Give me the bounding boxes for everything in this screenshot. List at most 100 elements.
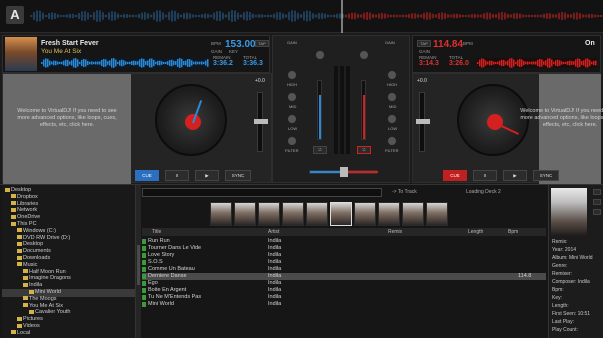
crossfader-handle[interactable] <box>340 167 348 177</box>
folder-icon <box>29 289 34 294</box>
cover-thumbnail[interactable] <box>354 202 376 226</box>
deck-left-jogwheel[interactable] <box>155 84 227 156</box>
volume-fader-right[interactable] <box>361 80 366 140</box>
folder-icon <box>17 262 22 267</box>
track-row[interactable]: Ego Indila <box>142 280 546 287</box>
side-button-3[interactable] <box>593 209 601 215</box>
volume-fader-left[interactable] <box>317 80 322 140</box>
search-input[interactable] <box>142 188 382 197</box>
waveform-bar <box>567 61 569 65</box>
side-button-2[interactable] <box>593 199 601 205</box>
headphone-left-button[interactable]: ⎋ <box>313 146 327 154</box>
waveform-bar <box>354 12 356 20</box>
waveform-bar <box>477 62 479 64</box>
deck-right-play-button[interactable]: ▶ <box>503 170 527 181</box>
cover-thumbnail[interactable] <box>282 202 304 226</box>
high-eq-left-knob[interactable] <box>287 70 297 80</box>
column-artist[interactable]: Artist <box>268 229 279 235</box>
waveform-bar <box>485 60 487 66</box>
mid-eq-right-knob[interactable] <box>387 92 397 102</box>
waveform-bar <box>600 14 602 18</box>
folder-scrollbar-thumb[interactable] <box>137 245 140 285</box>
waveform-bar <box>90 14 92 18</box>
waveform-bar <box>78 13 80 19</box>
cover-thumbnail[interactable] <box>258 202 280 226</box>
cover-thumbnail[interactable] <box>234 202 256 226</box>
high-eq-right-knob[interactable] <box>387 70 397 80</box>
track-row[interactable]: S.O.S Indila <box>142 259 546 266</box>
deck-right-pitch-slider[interactable] <box>416 92 430 152</box>
deck-right-info-panel[interactable]: Welcome to VirtualDJ! If you need to see… <box>520 74 603 184</box>
deck-left-pause-button[interactable]: II <box>165 170 189 181</box>
headphone-right-button[interactable]: ⎋ <box>357 146 371 154</box>
waveform-bar <box>103 58 105 68</box>
gain-left-knob[interactable] <box>315 50 325 60</box>
waveform-bar <box>531 14 533 18</box>
cover-thumbnail[interactable] <box>306 202 328 226</box>
track-row[interactable]: Derniere Danse Indila 114.8 <box>142 273 546 280</box>
folder-tree[interactable]: Desktop Dropbox Libraries Network OneDrive Th… <box>2 185 136 338</box>
tap-button[interactable]: TAP <box>255 40 269 47</box>
vu-meter-center-left <box>340 66 344 154</box>
low-eq-left-knob[interactable] <box>287 114 297 124</box>
track-row[interactable]: Tourner Dans Le Vide Indila <box>142 245 546 252</box>
cover-thumbnail[interactable] <box>378 202 400 226</box>
track-row[interactable]: Tu Ne M'Entends Pas Indila <box>142 294 546 301</box>
column-title[interactable]: Title <box>152 229 161 235</box>
overview-waveform[interactable] <box>30 0 603 33</box>
waveform-bar <box>264 14 266 18</box>
folder-scrollbar[interactable] <box>136 185 141 338</box>
info-line: Genre: <box>552 263 568 269</box>
folder-item[interactable]: Local <box>2 330 135 338</box>
deck-right-welcome-text[interactable]: Welcome to VirtualDJ! If you need to see… <box>515 108 603 129</box>
mid-eq-left-knob[interactable] <box>287 92 297 102</box>
column-remix[interactable]: Remix <box>388 229 402 235</box>
column-bpm[interactable]: Bpm <box>508 229 518 235</box>
deck-left-waveform[interactable] <box>41 58 209 68</box>
column-length[interactable]: Length <box>468 229 483 235</box>
info-line: Remixer: <box>552 271 573 277</box>
info-line: Remix: <box>552 239 568 245</box>
deck-left-info-panel[interactable]: Welcome to VirtualDJ! If you need to see… <box>3 74 131 184</box>
track-list[interactable]: Title Artist Remix Length Bpm Run Run Ind… <box>142 228 546 338</box>
low-eq-right-knob[interactable] <box>387 114 397 124</box>
track-row[interactable]: Boite En Argent Indila <box>142 287 546 294</box>
waveform-bar <box>139 59 141 67</box>
track-row[interactable]: Run Run Indila <box>142 238 546 245</box>
waveform-bar <box>330 14 332 18</box>
cover-thumbnail[interactable] <box>402 202 424 226</box>
deck-left-pitch-handle[interactable] <box>254 119 268 124</box>
waveform-bar <box>303 11 305 21</box>
waveform-bar <box>99 61 101 65</box>
cover-thumbnail[interactable] <box>426 202 448 226</box>
side-button-1[interactable] <box>593 189 601 195</box>
deck-left-welcome-text[interactable]: Welcome to VirtualDJ! If you need to see… <box>12 108 122 129</box>
track-row[interactable]: Love Story Indila <box>142 252 546 259</box>
track-row[interactable]: Mini World Indila <box>142 301 546 308</box>
cover-thumbnail[interactable] <box>210 202 232 226</box>
deck-right-cue-button[interactable]: CUE <box>443 170 467 181</box>
deck-right-pause-button[interactable]: II <box>473 170 497 181</box>
deck-right-sync-button[interactable]: SYNC <box>533 170 559 181</box>
gain-right-knob[interactable] <box>359 50 369 60</box>
waveform-bar <box>288 11 290 21</box>
track-artist: Indila <box>268 280 282 286</box>
waveform-bar <box>153 12 155 20</box>
waveform-bar <box>201 61 203 65</box>
waveform-bar <box>93 11 95 21</box>
deck-left-sync-button[interactable]: SYNC <box>225 170 251 181</box>
cover-thumbnail[interactable] <box>330 202 352 226</box>
deck-left-pitch-slider[interactable] <box>254 92 268 152</box>
filter-right-knob[interactable] <box>387 136 397 146</box>
app-logo[interactable]: A <box>6 6 24 24</box>
tap-button-right[interactable]: TAP <box>417 40 431 47</box>
deck-left-cue-button[interactable]: CUE <box>135 170 159 181</box>
deck-right-waveform[interactable] <box>477 58 597 68</box>
cover-flow[interactable] <box>210 202 450 228</box>
filter-left-knob[interactable] <box>287 136 297 146</box>
deck-right-pitch-handle[interactable] <box>416 119 430 124</box>
crossfader[interactable] <box>309 167 378 177</box>
track-info-panel: Remix: Year: 2014 Album: Mini World Genre: R… <box>548 185 603 338</box>
deck-left-play-button[interactable]: ▶ <box>195 170 219 181</box>
track-row[interactable]: Comme Un Bateau Indila <box>142 266 546 273</box>
